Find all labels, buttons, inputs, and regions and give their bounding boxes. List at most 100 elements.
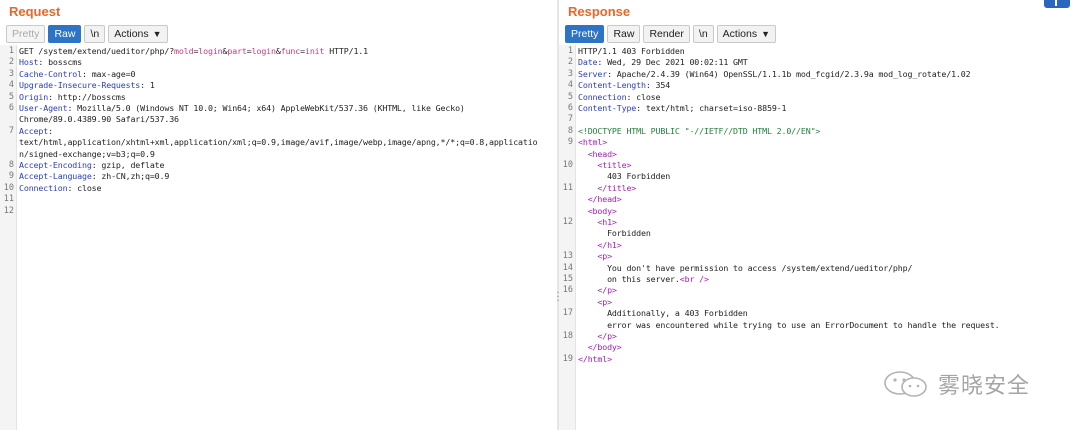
code-token: : 354 <box>645 80 671 91</box>
code-token: Origin <box>19 91 49 102</box>
code-token: <h1> <box>578 217 617 227</box>
code-token: : bosscms <box>38 57 82 68</box>
code-line: Accept: <box>19 126 53 136</box>
code-token: </p> <box>578 331 617 341</box>
watermark-text: 雾晓安全 <box>938 374 1031 399</box>
line-number: 5 <box>567 91 573 102</box>
line-number: 9 <box>8 171 14 182</box>
code-token: : text/html; charset=iso-8859-1 <box>636 103 787 113</box>
line-number: 19 <box>562 353 573 364</box>
code-line: n/signed-exchange;v=b3;q=0.9 <box>19 149 155 159</box>
code-line: <h1> <box>578 217 617 227</box>
code-token: Server <box>578 68 608 79</box>
code-line: </head> <box>578 194 622 204</box>
response-newline-toggle[interactable]: \n <box>692 24 714 43</box>
code-token: : close <box>67 182 102 193</box>
code-token: <!DOCTYPE HTML PUBLIC "-//IETF//DTD HTML… <box>578 125 821 136</box>
response-tab-raw[interactable]: Raw <box>607 24 641 43</box>
line-number: 1 <box>567 46 573 56</box>
request-actions-dropdown[interactable]: Actions ▼ <box>108 24 168 43</box>
code-line: </p> <box>578 285 617 295</box>
response-title: Response <box>568 4 631 19</box>
request-editor[interactable]: 1 GET /system/extend/ueditor/php/?mold=lo… <box>0 45 557 430</box>
request-tab-raw[interactable]: Raw <box>48 24 82 43</box>
code-line: Server: Apache/2.4.39 (Win64) OpenSSL/1.… <box>578 68 971 79</box>
code-token: Accept-Encoding <box>19 160 92 170</box>
response-actions-label: Actions <box>722 27 758 40</box>
request-actions-label: Actions <box>114 27 149 40</box>
code-line: Accept-Language: zh-CN,zh;q=0.9 <box>19 171 169 181</box>
chevron-down-icon: ▼ <box>761 28 771 39</box>
code-line: Forbidden <box>578 228 651 238</box>
code-token: n/signed-exchange;v=b3;q=0.9 <box>19 148 155 159</box>
response-tab-pretty[interactable]: Pretty <box>565 24 605 43</box>
code-line: Content-Length: 354 <box>578 80 670 90</box>
code-token: : gzip, deflate <box>91 160 165 170</box>
line-number: 15 <box>562 274 573 284</box>
code-line: GET /system/extend/ueditor/php/?mold=log… <box>19 46 368 56</box>
code-line: <head> <box>578 149 617 159</box>
code-token: <title> <box>578 160 632 170</box>
code-token: : http://bosscms <box>48 91 126 102</box>
response-pane: Response Pretty Raw Render \n Actions ▼ … <box>559 0 1080 430</box>
code-token: <p> <box>578 251 612 262</box>
line-number: 13 <box>562 251 573 262</box>
code-token: init <box>304 46 325 56</box>
request-newline-toggle[interactable]: \n <box>84 24 106 43</box>
request-toolbar: Pretty Raw \n Actions ▼ <box>6 24 168 43</box>
code-token: on this server. <box>578 274 680 284</box>
request-title: Request <box>9 4 61 19</box>
code-token: : close <box>626 91 661 102</box>
code-token: HTTP/1.1 403 Forbidden <box>578 46 685 56</box>
request-tab-pretty[interactable]: Pretty <box>6 24 46 43</box>
code-token: </p> <box>578 285 617 296</box>
code-line: </h1> <box>578 239 622 250</box>
code-token: part <box>227 46 247 56</box>
code-token: : Mozilla/5.0 (Windows NT 10.0; Win64; x… <box>67 103 465 113</box>
line-number: 9 <box>567 137 573 148</box>
code-line: <p> <box>578 297 612 307</box>
code-token: func <box>280 46 301 56</box>
code-token: login <box>251 46 276 56</box>
code-token: GET /system/extend/ueditor/php/? <box>19 46 175 56</box>
line-number: 6 <box>8 103 14 113</box>
code-line: on this server.<br /> <box>578 274 709 284</box>
code-token: : 1 <box>140 80 155 91</box>
line-number: 14 <box>562 262 573 273</box>
code-token: You don't have permission to access /sys… <box>578 262 913 273</box>
layout-toggle-icon[interactable] <box>1044 0 1070 8</box>
code-line: You don't have permission to access /sys… <box>578 263 912 273</box>
line-number: 8 <box>8 160 14 170</box>
code-line: Origin: http://bosscms <box>19 92 126 102</box>
code-line: Host: bosscms <box>19 57 82 67</box>
response-actions-dropdown[interactable]: Actions ▼ <box>716 24 777 43</box>
line-number: 10 <box>3 182 14 193</box>
code-line: User-Agent: Mozilla/5.0 (Windows NT 10.0… <box>19 103 465 113</box>
code-line: Additionally, a 403 Forbidden <box>578 308 748 318</box>
code-token: <p> <box>578 296 612 307</box>
code-token: <body> <box>578 205 617 216</box>
wechat-icon <box>884 371 927 397</box>
response-tab-render[interactable]: Render <box>643 24 690 43</box>
code-token: </h1> <box>578 239 622 250</box>
code-token: </body> <box>578 342 622 353</box>
code-token: <head> <box>578 148 617 159</box>
code-token: <html> <box>578 137 608 148</box>
code-token: Accept <box>19 125 49 136</box>
watermark: 雾晓安全 <box>882 368 1030 400</box>
code-line: <html> <box>578 137 607 147</box>
code-token: : <box>48 125 53 136</box>
line-number: 4 <box>567 80 573 91</box>
line-number: 17 <box>562 308 573 319</box>
line-number: 6 <box>567 103 573 113</box>
code-line: Chrome/89.0.4389.90 Safari/537.36 <box>19 114 179 124</box>
code-token: : Apache/2.4.39 (Win64) OpenSSL/1.1.1b m… <box>607 68 971 79</box>
code-line: <body> <box>578 206 617 216</box>
code-token: : max-age=0 <box>82 68 136 79</box>
code-token: </head> <box>578 194 622 205</box>
line-number: 18 <box>562 331 573 341</box>
line-number: 2 <box>567 57 573 68</box>
code-token: Connection <box>578 91 627 102</box>
code-line: HTTP/1.1 403 Forbidden <box>578 46 685 56</box>
line-number: 3 <box>8 68 14 79</box>
